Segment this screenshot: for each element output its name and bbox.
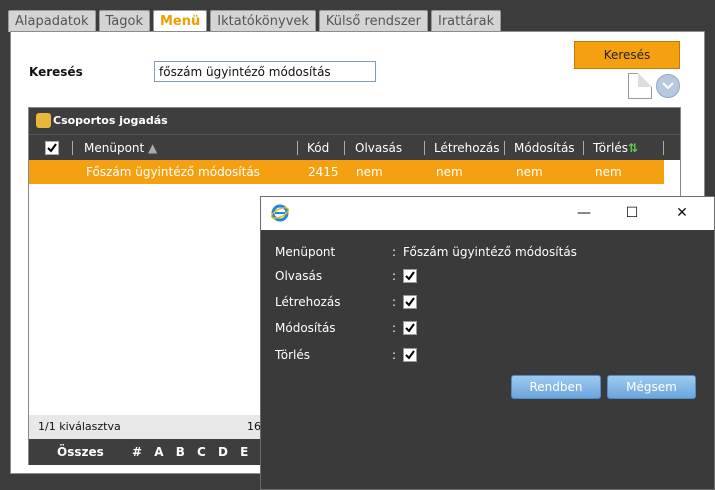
sort-asc-icon: ▲ [148, 141, 158, 155]
field-colon: : [392, 348, 397, 362]
field-colon: : [392, 321, 397, 335]
search-label: Keresés [29, 65, 83, 79]
filter-letters[interactable]: # A B C D E F [132, 439, 269, 465]
close-button[interactable]: ✕ [659, 197, 705, 230]
column-separator [504, 141, 505, 155]
new-document-icon[interactable] [628, 73, 652, 99]
cell-modositas: nem [516, 165, 543, 179]
dialog-titlebar: — ☐ ✕ [261, 197, 714, 230]
tab-irattarak[interactable]: Irattárak [431, 10, 502, 32]
edit-permission-dialog: — ☐ ✕ Menüpont : Főszám ügyintéző módosí… [260, 196, 715, 490]
column-header-modositas[interactable]: Módosítás [514, 135, 575, 161]
column-separator [663, 141, 664, 155]
field-value: Főszám ügyintéző módosítás [403, 245, 577, 259]
grid-header: Menüpont ▲ Kód Olvasás Létrehozás Módosí… [29, 134, 680, 160]
olvasas-checkbox[interactable] [403, 269, 417, 283]
minimize-button[interactable]: — [561, 197, 607, 230]
field-colon: : [392, 295, 397, 309]
column-header-letrehozas[interactable]: Létrehozás [434, 135, 499, 161]
tab-alapadatok[interactable]: Alapadatok [8, 10, 96, 32]
column-separator [344, 141, 345, 155]
letrehozas-checkbox[interactable] [403, 295, 417, 309]
maximize-button[interactable]: ☐ [609, 197, 655, 230]
torles-checkbox[interactable] [403, 348, 417, 362]
ok-button[interactable]: Rendben [511, 375, 601, 399]
field-label: Menüpont [275, 245, 336, 259]
column-separator [424, 141, 425, 155]
column-separator [297, 141, 298, 155]
cell-letrehozas: nem [436, 165, 463, 179]
column-header-olvasas[interactable]: Olvasás [355, 135, 402, 161]
cell-menupont: Főszám ügyintéző módosítás [86, 165, 260, 179]
selection-status: 1/1 kiválasztva [38, 420, 121, 433]
column-header-kod[interactable]: Kód [307, 135, 329, 161]
field-label: Létrehozás [275, 295, 341, 309]
browser-icon [271, 204, 289, 222]
tab-bar: Alapadatok Tagok Menü Iktatókönyvek Küls… [8, 10, 502, 34]
field-colon: : [392, 269, 397, 283]
refresh-icon[interactable]: ⇅ [628, 141, 638, 155]
column-menupont-label: Menüpont [84, 141, 145, 155]
tab-iktatokonyvek[interactable]: Iktatókönyvek [210, 10, 316, 32]
cancel-button[interactable]: Mégsem [607, 375, 696, 399]
chevron-down-icon[interactable] [656, 74, 680, 98]
field-olvasas: Olvasás : [275, 266, 695, 286]
group-permission-icon[interactable] [36, 113, 51, 128]
grid-title-bar: Csoportos jogadás [29, 108, 680, 134]
field-label: Módosítás [275, 321, 336, 335]
cell-kod: 2415 [308, 165, 339, 179]
table-row[interactable]: Főszám ügyintéző módosítás 2415 nem nem … [29, 160, 664, 184]
tab-tagok[interactable]: Tagok [98, 10, 150, 32]
column-separator [72, 141, 73, 155]
search-button[interactable]: Keresés [574, 41, 680, 69]
record-count: 16 [247, 420, 261, 433]
field-label: Törlés [275, 348, 311, 362]
column-separator [583, 141, 584, 155]
modositas-checkbox[interactable] [403, 321, 417, 335]
filter-all[interactable]: Összes [57, 439, 104, 465]
column-header-torles[interactable]: Törlés⇅ [593, 135, 638, 161]
select-all-checkbox[interactable] [45, 141, 59, 155]
search-input[interactable] [154, 61, 376, 82]
field-torles: Törlés : [275, 345, 695, 365]
column-torles-label: Törlés [593, 141, 629, 155]
field-letrehozas: Létrehozás : [275, 292, 695, 312]
group-permission-label[interactable]: Csoportos jogadás [53, 114, 168, 127]
field-menupont: Menüpont : Főszám ügyintéző módosítás [275, 242, 695, 262]
field-modositas: Módosítás : [275, 318, 695, 338]
cell-torles: nem [595, 165, 622, 179]
field-label: Olvasás [275, 269, 323, 283]
tab-kulso-rendszer[interactable]: Külső rendszer [318, 10, 428, 32]
field-colon: : [392, 245, 397, 259]
column-header-menupont[interactable]: Menüpont ▲ [84, 135, 157, 161]
cell-olvasas: nem [356, 165, 383, 179]
